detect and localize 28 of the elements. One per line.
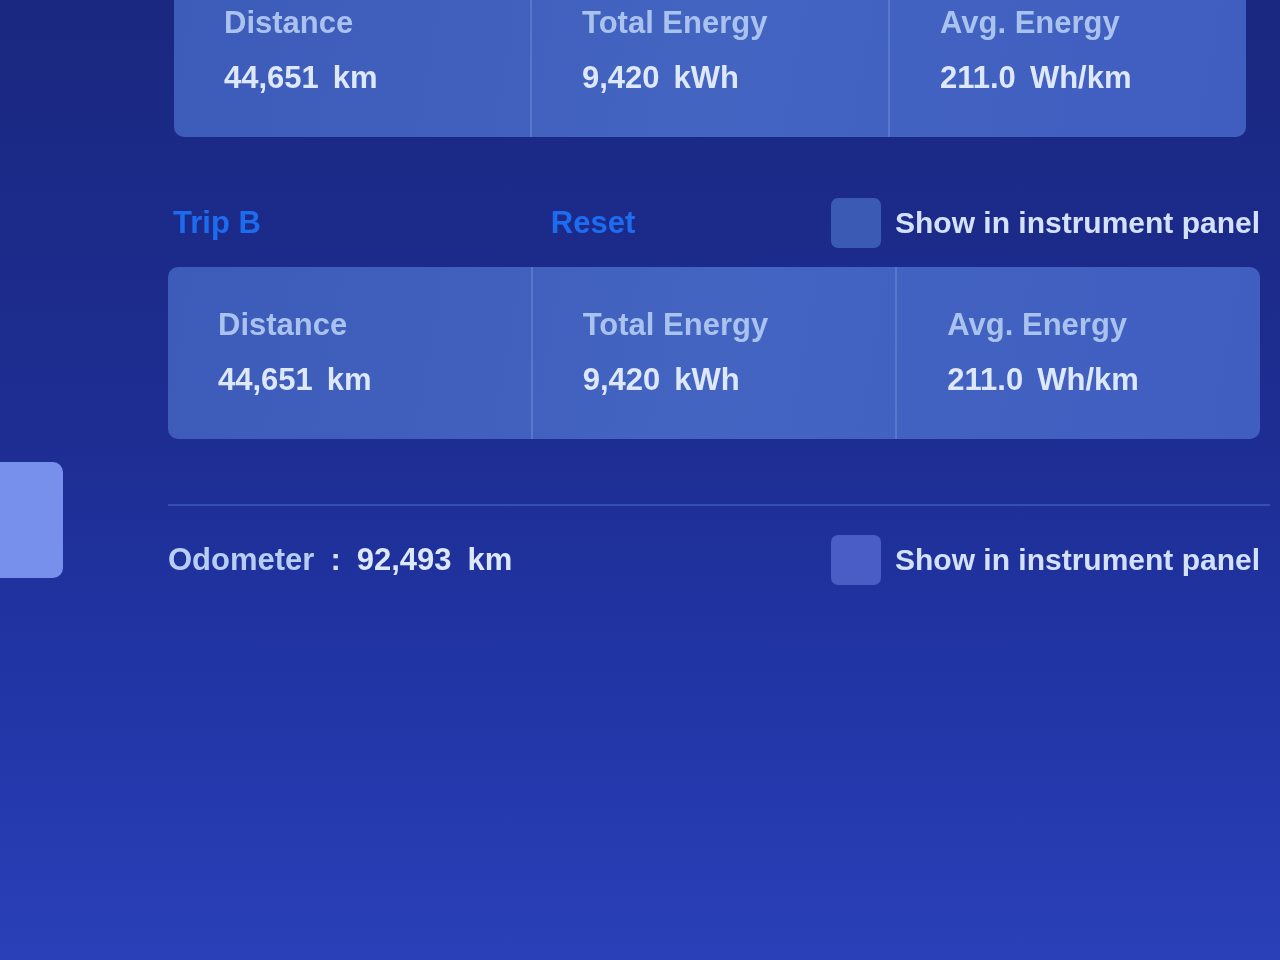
stat-value: 44,651 <box>218 362 313 398</box>
stat-value: 9,420 <box>582 362 661 398</box>
odometer-unit: km <box>467 542 513 578</box>
stat-label: Avg. Energy <box>940 5 1120 41</box>
checkbox[interactable] <box>830 198 881 248</box>
separator: : <box>330 542 341 578</box>
checkbox[interactable] <box>830 535 881 585</box>
stat-label: Total Energy <box>582 307 769 343</box>
stat-label: Distance <box>224 5 354 41</box>
stat-value: 211.0 <box>947 362 1024 398</box>
stat-label: Total Energy <box>582 5 768 41</box>
stat-label: Distance <box>218 307 348 343</box>
side-tab[interactable] <box>0 462 63 578</box>
trip-title: Trip B <box>172 205 261 241</box>
odometer-value: 92,493 <box>356 542 452 578</box>
stat-label: Avg. Energy <box>947 307 1128 343</box>
checkbox-label[interactable]: Show in instrument panel <box>894 206 1260 240</box>
odometer-label: Odometer <box>168 542 315 578</box>
stat-unit: Wh/km <box>1029 60 1132 96</box>
stat-unit: kWh <box>673 60 739 96</box>
stat-unit: Wh/km <box>1037 362 1139 398</box>
stat-unit: km <box>332 60 378 96</box>
checkbox-label[interactable]: Show in instrument panel <box>894 543 1260 577</box>
stat-value: 44,651 <box>224 60 319 96</box>
stat-value: 211.0 <box>940 60 1016 96</box>
stat-unit: km <box>326 362 372 398</box>
stat-unit: kWh <box>674 362 740 398</box>
stat-value: 9,420 <box>582 60 660 96</box>
